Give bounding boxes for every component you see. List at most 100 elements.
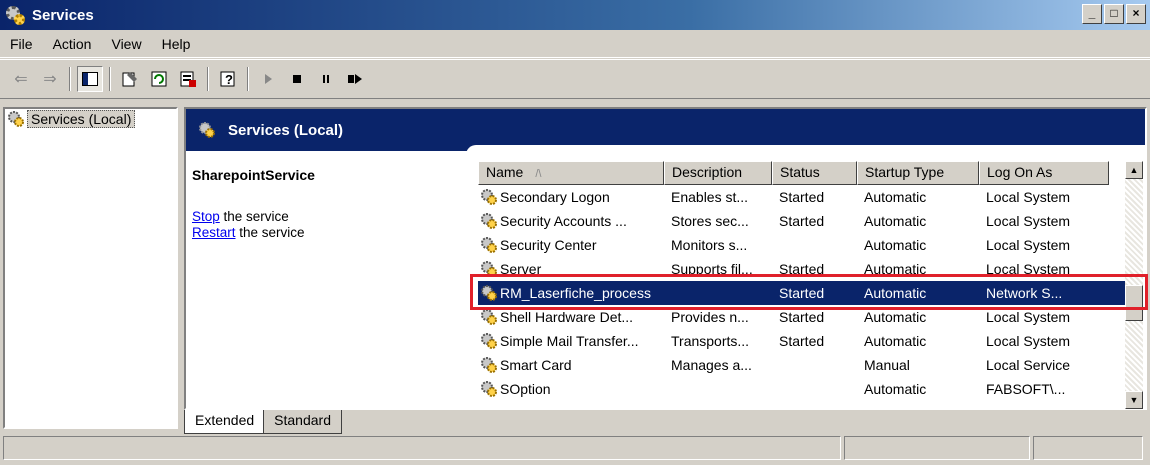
cell-description: Enables st... (671, 189, 749, 205)
cell-description: Supports fil... (671, 261, 753, 277)
service-gear-icon (480, 284, 498, 302)
start-service-icon[interactable] (255, 66, 281, 92)
cell-name: Server (500, 261, 542, 277)
cell-description: Transports... (671, 333, 750, 349)
cell-startup-type: Automatic (864, 189, 927, 205)
toolbar: ⇐ ⇒ ? (0, 59, 1150, 99)
scroll-down-icon[interactable]: ▼ (1125, 391, 1143, 409)
show-hide-tree-icon[interactable] (77, 66, 103, 92)
service-gear-icon (480, 188, 498, 206)
back-icon[interactable]: ⇐ (8, 66, 34, 92)
stop-link-suffix: the service (219, 209, 289, 224)
column-header-status[interactable]: Status (772, 161, 857, 185)
refresh-icon[interactable] (146, 66, 172, 92)
cell-startup-type: Automatic (864, 213, 927, 229)
menu-view[interactable]: View (101, 36, 151, 52)
menu-help[interactable]: Help (152, 36, 201, 52)
cell-log-on-as: FABSOFT\... (986, 381, 1066, 397)
table-row[interactable]: Server Supports fil... Started Automatic Loc… (478, 257, 1128, 281)
cell-log-on-as: Network S... (986, 285, 1063, 301)
properties-icon[interactable] (117, 66, 143, 92)
table-row[interactable]: Security Accounts ... Stores sec... Starte… (478, 209, 1128, 233)
cell-status: Started (779, 261, 825, 277)
cell-name: RM_Laserfiche_process (500, 285, 651, 301)
status-pane-main (3, 436, 841, 460)
services-list: Name/\ Description Status Startup Type L… (478, 161, 1128, 409)
cell-log-on-as: Local System (986, 261, 1071, 277)
details-pane: Services (Local) SharepointService Stop … (184, 107, 1147, 410)
cell-startup-type: Automatic (864, 381, 927, 397)
table-row[interactable]: Security Center Monitors s... Automatic Loc… (478, 233, 1128, 257)
menu-bar: File Action View Help (0, 30, 1150, 58)
tree-node-services-local[interactable]: Services (Local) (5, 109, 176, 129)
view-tabs: Extended Standard (184, 410, 1147, 434)
tab-extended[interactable]: Extended (184, 410, 266, 434)
service-gear-icon (480, 236, 498, 254)
vertical-scrollbar[interactable]: ▲ ▼ (1125, 161, 1143, 409)
cell-name: Smart Card (500, 357, 572, 373)
cell-startup-type: Automatic (864, 261, 927, 277)
list-header: Name/\ Description Status Startup Type L… (478, 161, 1128, 185)
cell-log-on-as: Local System (986, 333, 1071, 349)
scroll-up-icon[interactable]: ▲ (1125, 161, 1143, 179)
tab-standard[interactable]: Standard (263, 410, 342, 434)
cell-name: Security Accounts ... (500, 213, 627, 229)
cell-log-on-as: Local System (986, 309, 1071, 325)
window-title: Services (32, 6, 94, 24)
services-gear-icon (198, 121, 216, 139)
restart-service-link[interactable]: Restart (192, 225, 236, 240)
cell-name: SOption (500, 381, 551, 397)
menu-file[interactable]: File (0, 36, 43, 52)
services-window: Services _ □ × File Action View Help ⇐ ⇒ (0, 0, 1150, 465)
cell-description: Provides n... (671, 309, 749, 325)
table-row-selected[interactable]: RM_Laserfiche_process Started Automatic Net… (478, 281, 1128, 305)
minimize-button[interactable]: _ (1082, 4, 1102, 24)
service-gear-icon (480, 308, 498, 326)
service-description-panel: SharepointService Stop the service Resta… (192, 167, 462, 241)
table-row[interactable]: Secondary Logon Enables st... Started Autom… (478, 185, 1128, 209)
cell-status: Started (779, 285, 825, 301)
status-bar (0, 436, 1150, 462)
stop-service-icon[interactable] (284, 66, 310, 92)
status-pane-2 (844, 436, 1030, 460)
cell-log-on-as: Local System (986, 237, 1071, 253)
close-button[interactable]: × (1126, 4, 1146, 24)
svg-text:?: ? (225, 72, 233, 87)
cell-name: Secondary Logon (500, 189, 610, 205)
scroll-thumb[interactable] (1125, 285, 1143, 321)
cell-status: Started (779, 189, 825, 205)
selected-service-name: SharepointService (192, 167, 315, 183)
restart-service-icon[interactable] (342, 66, 368, 92)
cell-status: Started (779, 309, 825, 325)
table-row[interactable]: Shell Hardware Det... Provides n... Starte… (478, 305, 1128, 329)
table-row[interactable]: SOption Automatic FABSOFT\... (478, 377, 1128, 401)
cell-startup-type: Automatic (864, 333, 927, 349)
table-row[interactable]: Smart Card Manages a... Manual Local Servic… (478, 353, 1128, 377)
column-header-log-on-as[interactable]: Log On As (979, 161, 1109, 185)
pane-title: Services (Local) (228, 121, 344, 139)
services-gear-icon (4, 4, 26, 26)
status-pane-3 (1033, 436, 1143, 460)
title-bar[interactable]: Services _ □ × (0, 0, 1150, 30)
column-header-startup-type[interactable]: Startup Type (857, 161, 979, 185)
cell-startup-type: Manual (864, 357, 910, 373)
help-icon[interactable]: ? (215, 66, 241, 92)
cell-startup-type: Automatic (864, 237, 927, 253)
service-gear-icon (480, 356, 498, 374)
column-header-name[interactable]: Name/\ (478, 161, 664, 185)
console-tree: Services (Local) (3, 107, 178, 429)
maximize-button[interactable]: □ (1104, 4, 1124, 24)
restart-link-suffix: the service (235, 225, 305, 240)
table-row[interactable]: Simple Mail Transfer... Transports... Star… (478, 329, 1128, 353)
forward-icon[interactable]: ⇒ (37, 66, 63, 92)
cell-startup-type: Automatic (864, 309, 927, 325)
service-gear-icon (480, 212, 498, 230)
pause-service-icon[interactable] (313, 66, 339, 92)
column-header-description[interactable]: Description (664, 161, 772, 185)
cell-name: Simple Mail Transfer... (500, 333, 639, 349)
list-body: Secondary Logon Enables st... Started Autom… (478, 185, 1128, 401)
export-list-icon[interactable] (175, 66, 201, 92)
stop-service-link[interactable]: Stop (192, 209, 220, 224)
menu-action[interactable]: Action (43, 36, 102, 52)
cell-log-on-as: Local System (986, 189, 1071, 205)
